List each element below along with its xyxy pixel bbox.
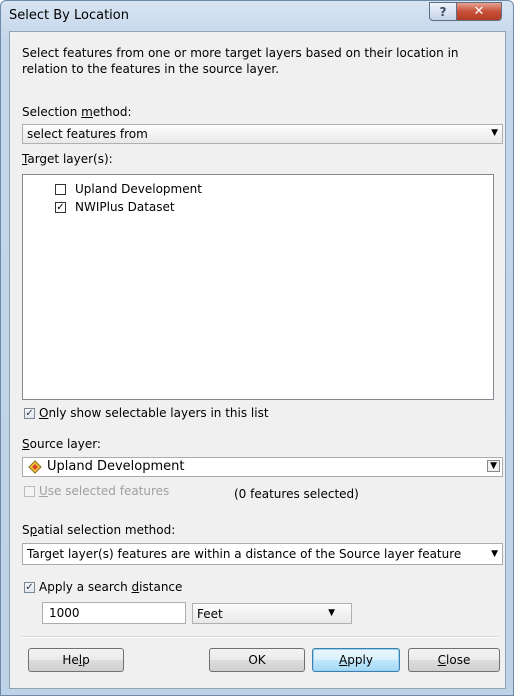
checkbox-upland-development[interactable]	[55, 184, 66, 195]
chevron-down-icon: ▼	[491, 128, 498, 138]
list-item-upland-development[interactable]: Upland Development	[53, 181, 353, 199]
selection-method-label: Selection method:	[22, 105, 132, 119]
search-distance-option[interactable]: ✓ Apply a search distance	[24, 580, 224, 596]
source-layer-label: Source layer:	[22, 437, 101, 451]
target-layers-list[interactable]: Upland Development ✓ NWIPlus Dataset	[22, 174, 494, 400]
only-selectable-label: Only show selectable layers in this list	[39, 406, 269, 420]
distance-unit-dropdown[interactable]: Feet ▼	[192, 603, 352, 624]
selected-count-text: (0 features selected)	[234, 487, 359, 501]
dialog-client-area: Select features from one or more target …	[9, 31, 506, 689]
dialog-description: Select features from one or more target …	[22, 46, 459, 76]
close-title-button[interactable]: ✕	[456, 2, 502, 21]
distance-unit-value: Feet	[197, 607, 223, 621]
spatial-method-dropdown[interactable]: Target layer(s) features are within a di…	[22, 543, 503, 565]
spatial-method-label: Spatial selection method:	[22, 523, 176, 537]
help-title-button[interactable]: ?	[429, 2, 457, 21]
select-by-location-dialog: Select By Location ? ✕ Select features f…	[0, 0, 514, 696]
use-selected-option[interactable]: Use selected features	[24, 484, 204, 500]
spatial-method-value: Target layer(s) features are within a di…	[27, 547, 462, 561]
title-bar[interactable]: Select By Location ? ✕	[1, 1, 513, 31]
chevron-down-icon: ▼	[328, 608, 335, 618]
help-button[interactable]: Help	[28, 648, 124, 672]
window-title: Select By Location	[9, 8, 129, 23]
chevron-down-icon[interactable]: ▼	[487, 460, 500, 472]
source-layer-dropdown[interactable]: Upland Development ▼	[22, 457, 503, 477]
only-selectable-checkbox[interactable]: ✓	[24, 408, 35, 419]
use-selected-checkbox[interactable]	[24, 486, 35, 497]
use-selected-label: Use selected features	[39, 484, 170, 498]
search-distance-label: Apply a search distance	[39, 580, 183, 594]
search-distance-input[interactable]: 1000	[42, 602, 186, 624]
layer-icon	[28, 460, 42, 474]
button-separator	[22, 636, 498, 638]
list-item-nwiplus-dataset[interactable]: ✓ NWIPlus Dataset	[53, 199, 353, 217]
search-distance-checkbox[interactable]: ✓	[24, 582, 35, 593]
close-icon: ✕	[473, 4, 485, 19]
list-item-label: Upland Development	[75, 182, 202, 196]
selection-method-dropdown[interactable]: select features from ▼	[22, 124, 503, 144]
chevron-down-icon: ▼	[491, 549, 498, 559]
close-button[interactable]: Close	[408, 648, 500, 672]
source-layer-value: Upland Development	[47, 459, 185, 474]
checkbox-nwiplus-dataset[interactable]: ✓	[55, 202, 66, 213]
ok-button[interactable]: OK	[209, 648, 305, 672]
search-distance-value: 1000	[49, 606, 80, 620]
target-layers-label: Target layer(s):	[22, 152, 113, 166]
only-selectable-option[interactable]: ✓ Only show selectable layers in this li…	[24, 406, 284, 422]
selection-method-value: select features from	[27, 127, 148, 141]
apply-button[interactable]: Apply	[312, 648, 400, 672]
question-mark-icon: ?	[439, 4, 447, 19]
list-item-label: NWIPlus Dataset	[75, 200, 175, 214]
